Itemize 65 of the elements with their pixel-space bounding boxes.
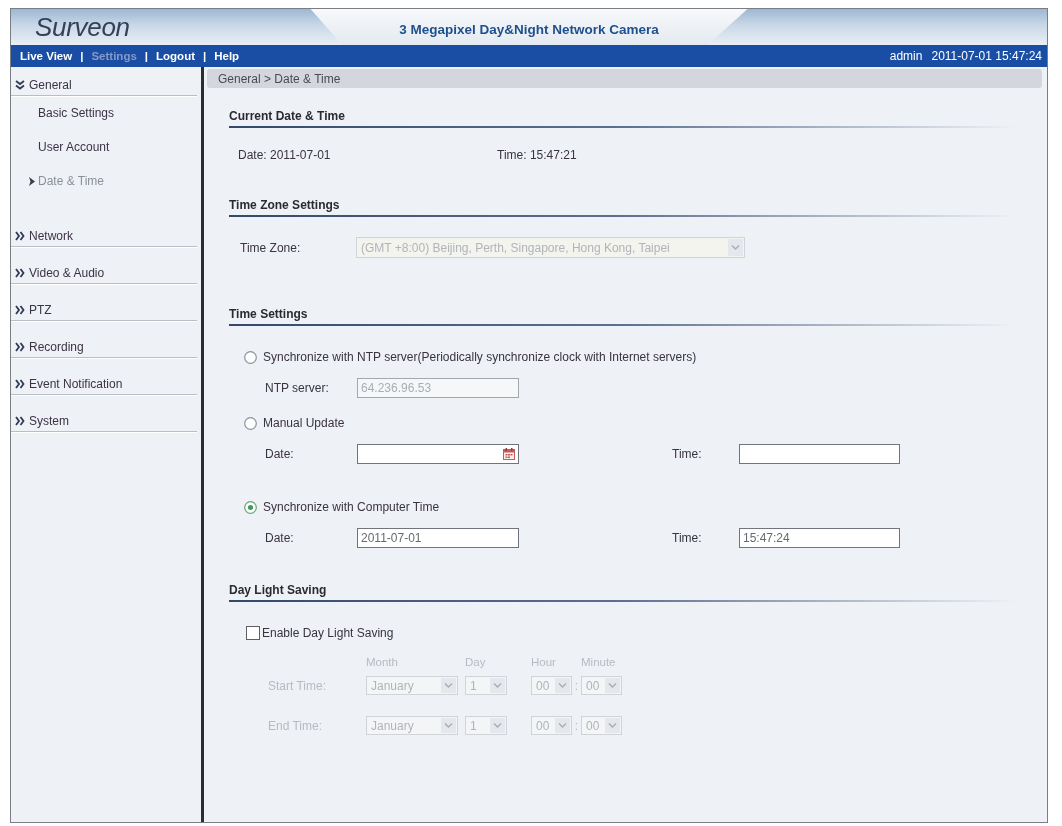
caret-icon <box>490 718 505 733</box>
sidebar-item[interactable]: Event Notification <box>11 358 197 395</box>
double-chevron-down-icon <box>15 80 25 90</box>
section-heading: Time Zone Settings <box>229 197 341 214</box>
field-label: NTP server: <box>265 381 330 395</box>
sidebar-subitem[interactable]: User Account <box>11 130 197 164</box>
field-label: Time: <box>672 447 703 461</box>
option-label: Manual Update <box>263 416 345 430</box>
current-time: Time: 15:47:21 <box>497 148 578 162</box>
nav-separator: | <box>144 50 149 62</box>
time-separator: : <box>574 718 579 735</box>
sidebar-item[interactable]: System <box>11 395 197 432</box>
input-field[interactable]: 2011-07-01 <box>357 528 519 548</box>
sidebar-item[interactable]: Network <box>11 210 197 247</box>
double-chevron-right-icon <box>15 379 25 389</box>
double-chevron-right-icon <box>15 231 25 241</box>
chevron-right-icon <box>29 176 35 186</box>
caret-icon <box>441 678 456 693</box>
option-label: Synchronize with NTP server(Periodically synchronize clock with Internet servers) <box>263 350 697 364</box>
section-heading: Day Light Saving <box>229 582 328 599</box>
radio-button[interactable] <box>244 416 257 430</box>
sidebar-subitem[interactable]: Basic Settings <box>11 96 197 130</box>
caret-icon <box>490 678 505 693</box>
caret-icon <box>441 718 456 733</box>
sidebar-subitem[interactable]: Date & Time <box>11 164 197 198</box>
checkbox-label: Enable Day Light Saving <box>262 626 394 640</box>
breadcrumb-bar: General > Date & Time <box>207 69 1042 88</box>
current-date: Date: 2011-07-01 <box>238 148 332 162</box>
field-label: Date: <box>265 531 295 545</box>
option-label: Synchronize with Computer Time <box>263 500 440 514</box>
double-chevron-right-icon <box>15 305 25 315</box>
radio-button[interactable] <box>244 350 257 364</box>
nav-link[interactable]: Logout <box>156 50 195 62</box>
user-name: admin <box>889 49 923 63</box>
input-field[interactable] <box>739 444 900 464</box>
nav-link[interactable]: Help <box>214 50 240 62</box>
time-separator: : <box>574 678 579 695</box>
field-label: Time: <box>672 531 703 545</box>
double-chevron-right-icon <box>15 268 25 278</box>
caret-icon <box>605 718 620 733</box>
radio-button[interactable] <box>244 500 257 514</box>
nav-separator: | <box>80 50 84 62</box>
input-field[interactable]: 15:47:24 <box>739 528 900 548</box>
caret-icon <box>605 678 620 693</box>
sidebar-item[interactable]: PTZ <box>11 284 197 321</box>
caret-icon <box>555 678 570 693</box>
nav-separator: | <box>203 50 207 62</box>
sidebar-item[interactable]: General <box>11 67 197 96</box>
field-label: Date: <box>265 447 295 461</box>
current-datetime: 2011-07-01 15:47:24 <box>931 49 1042 63</box>
field-label: Time Zone: <box>240 240 302 255</box>
caret-icon <box>555 718 570 733</box>
camera-title: 3 Megapixel Day&Night Network Camera <box>310 9 748 45</box>
double-chevron-right-icon <box>15 342 25 352</box>
logo: Surveon <box>35 14 130 40</box>
double-chevron-right-icon <box>15 416 25 426</box>
date-picker-field[interactable] <box>357 444 519 464</box>
checkbox[interactable] <box>246 626 260 640</box>
sidebar-item[interactable]: Recording <box>11 321 197 358</box>
sidebar-item[interactable]: Video & Audio <box>11 247 197 284</box>
section-heading: Time Settings <box>229 306 309 323</box>
caret-icon <box>728 239 743 256</box>
nav-link[interactable]: Live View <box>20 50 73 62</box>
calendar-icon[interactable] <box>503 448 515 460</box>
section-heading: Current Date & Time <box>229 108 346 125</box>
